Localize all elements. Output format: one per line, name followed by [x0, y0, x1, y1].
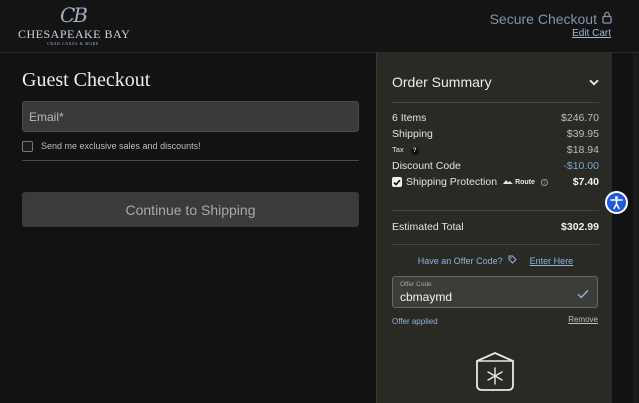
check-icon [577, 286, 589, 304]
route-label: Route [515, 178, 535, 186]
tax-value: $18.94 [566, 144, 599, 156]
offer-code-label: Offer Code [400, 281, 432, 288]
order-summary-panel: Order Summary 6 Items $246.70 Shipping $… [376, 53, 612, 403]
estimated-total-value: $302.99 [561, 221, 599, 233]
estimated-total-row: Estimated Total $302.99 [392, 221, 599, 233]
order-summary-header[interactable]: Order Summary [392, 73, 599, 91]
accessibility-button[interactable] [605, 191, 628, 214]
tag-icon [508, 255, 517, 266]
info-icon[interactable]: i [540, 178, 548, 186]
route-logo: Route [503, 179, 535, 186]
continue-to-shipping-button[interactable]: Continue to Shipping [22, 192, 359, 227]
enter-offer-link[interactable]: Enter Here [530, 256, 574, 266]
page-scrollbar[interactable] [633, 53, 639, 403]
items-row: 6 Items $246.70 [392, 112, 599, 124]
remove-offer-link[interactable]: Remove [568, 315, 598, 324]
snowflake-box-icon [473, 349, 517, 398]
header: CB CHESAPEAKE BAY CRAB CAKES & MORE Secu… [0, 0, 639, 53]
secure-checkout: Secure Checkout [490, 11, 612, 27]
logo-name: CHESAPEAKE BAY [18, 27, 131, 41]
route-icon [503, 180, 514, 184]
tax-label: Tax [392, 145, 404, 155]
shipping-value: $39.95 [566, 128, 599, 140]
secure-checkout-label: Secure Checkout [489, 11, 597, 27]
order-summary-title: Order Summary [392, 74, 492, 90]
items-value: $246.70 [561, 112, 599, 124]
marketing-optin[interactable]: Send me exclusive sales and discounts! [22, 140, 359, 152]
shipping-row: Shipping $39.95 [392, 128, 599, 140]
brand-logo[interactable]: CB CHESAPEAKE BAY CRAB CAKES & MORE [18, 3, 131, 49]
offer-code-value: cbmaymd [400, 290, 453, 304]
guest-checkout-section: Guest Checkout Email* Send me exclusive … [22, 53, 359, 227]
page-title: Guest Checkout [22, 69, 151, 91]
chevron-down-icon[interactable] [589, 73, 599, 91]
discount-value: -$10.00 [563, 160, 599, 172]
shipping-label: Shipping [392, 128, 433, 140]
optin-checkbox[interactable] [22, 140, 33, 152]
logo-tagline: CRAB CAKES & MORE [47, 41, 99, 46]
offer-applied-status: Offer applied [392, 317, 438, 326]
estimated-total-label: Estimated Total [392, 221, 464, 233]
edit-cart-link[interactable]: Edit Cart [572, 28, 611, 39]
discount-row: Discount Code -$10.00 [392, 160, 599, 172]
tax-row: Tax ? $18.94 [392, 144, 599, 156]
shipping-protection-label: Shipping Protection [406, 176, 498, 188]
tax-help-icon[interactable]: ? [410, 146, 419, 155]
offer-question: Have an Offer Code? [417, 255, 503, 266]
divider [392, 244, 599, 245]
check-icon [393, 179, 401, 186]
divider [392, 210, 599, 211]
divider [22, 160, 359, 161]
accessibility-icon [610, 196, 623, 210]
divider [392, 102, 599, 103]
shipping-protection-row: Shipping Protection Route i $7.40 [392, 176, 599, 188]
optin-label: Send me exclusive sales and discounts! [41, 141, 201, 151]
items-label: 6 Items [392, 112, 427, 124]
logo-monogram: CB [60, 3, 88, 27]
discount-label: Discount Code [392, 160, 461, 172]
offer-code-prompt: Have an Offer Code? Enter Here [392, 255, 599, 266]
email-field[interactable]: Email* [22, 101, 359, 132]
shipping-protection-checkbox[interactable] [392, 177, 402, 187]
offer-code-input[interactable]: Offer Code cbmaymd [392, 276, 598, 308]
shipping-protection-value: $7.40 [572, 176, 599, 188]
lock-icon [602, 11, 612, 27]
